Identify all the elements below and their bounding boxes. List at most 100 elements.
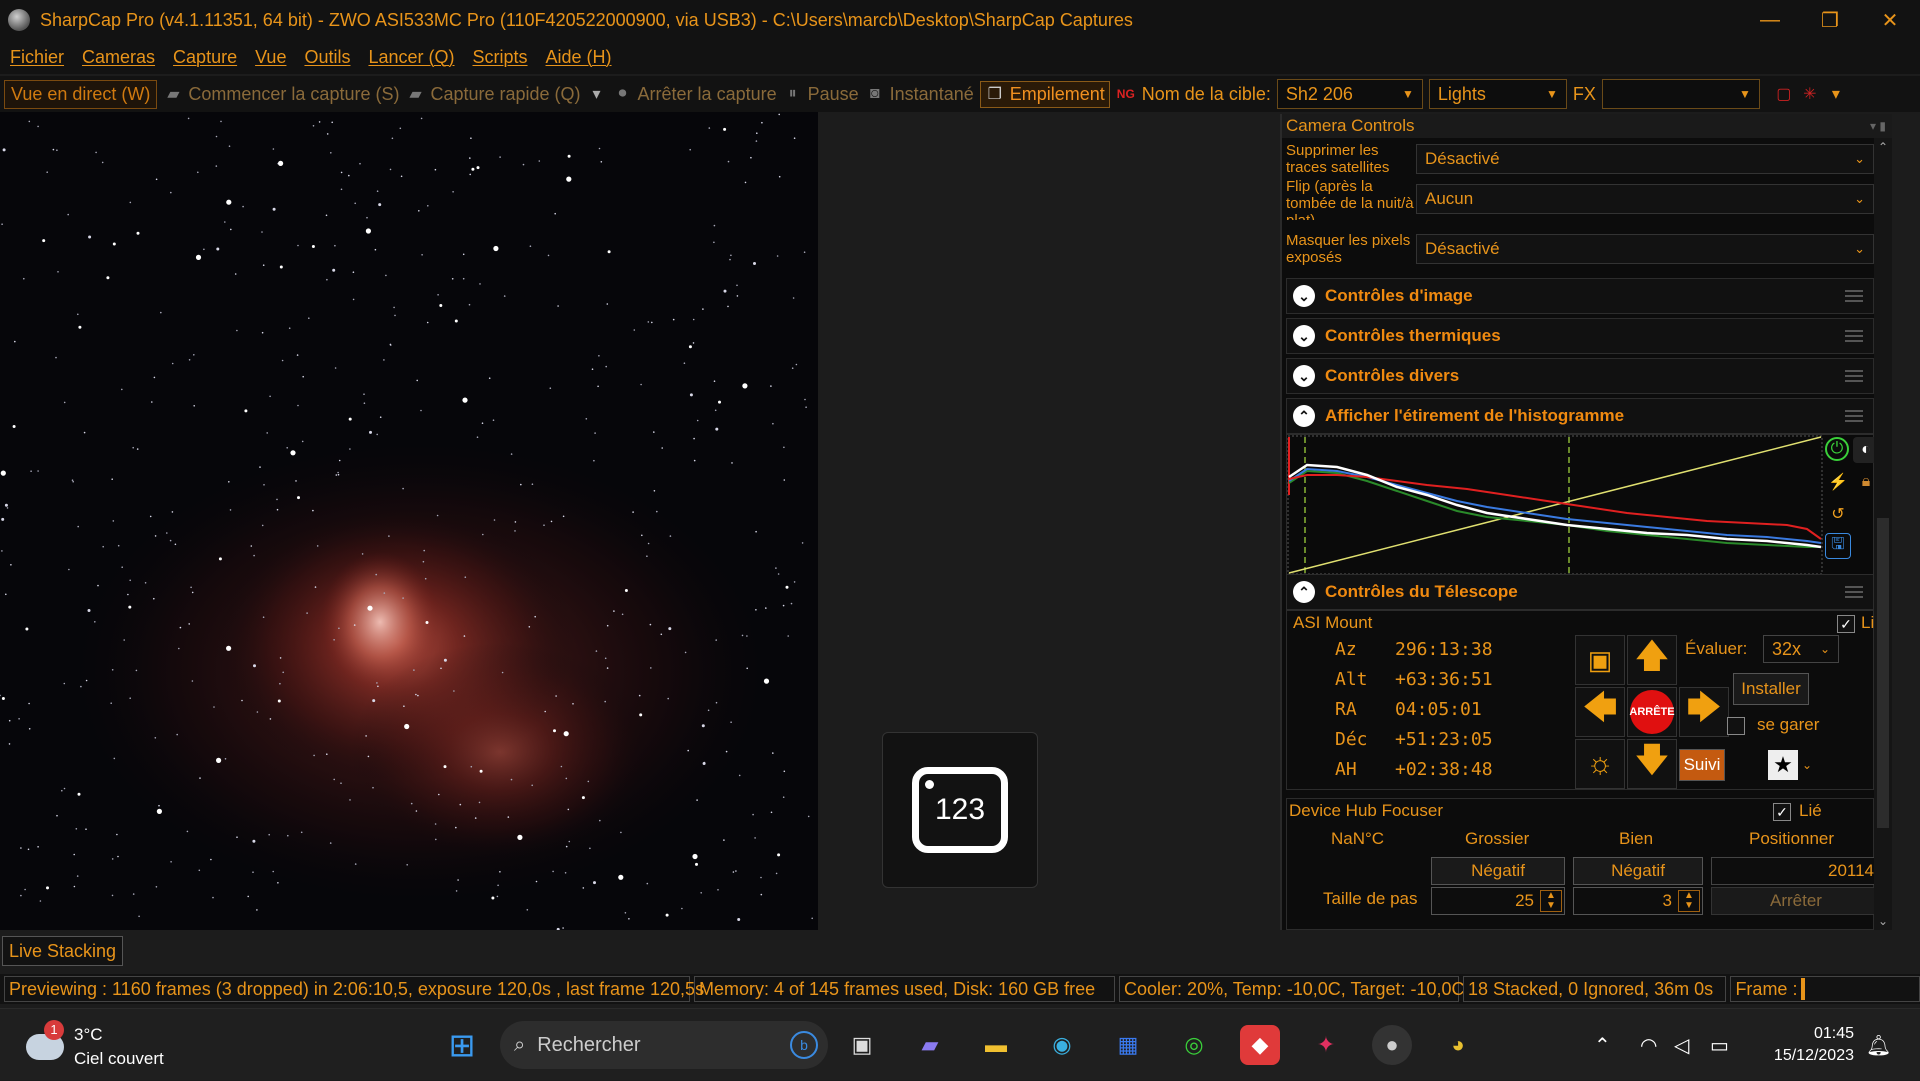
volume-icon[interactable]: ◁	[1674, 1009, 1689, 1081]
notification-bell-icon[interactable]: 🔔︎	[1866, 1009, 1891, 1081]
park-checkbox[interactable]	[1727, 717, 1745, 735]
teams-chat-icon[interactable]: ▰	[910, 1025, 950, 1065]
panel-scrollbar[interactable]: ⌃ ⌄	[1874, 138, 1892, 930]
stepper-arrows-icon[interactable]: ▲ ▼	[1678, 890, 1700, 912]
bing-icon[interactable]: b	[790, 1031, 818, 1059]
focuser-stop-button[interactable]: Arrêter	[1711, 887, 1881, 915]
crosshair-red-icon[interactable]: ✳	[1800, 85, 1820, 103]
pause-button[interactable]: ⏸ Pause	[783, 84, 859, 105]
section-thermal-controls[interactable]: ⌄ Contrôles thermiques	[1286, 318, 1874, 354]
quick-capture-dropdown[interactable]: ▾	[587, 85, 607, 103]
scroll-up-icon[interactable]: ⌃	[1878, 140, 1888, 154]
menu-cameras[interactable]: Cameras	[82, 47, 155, 68]
menu-capture[interactable]: Capture	[173, 47, 237, 68]
satellite-trail-select[interactable]: Désactivé ⌄	[1416, 144, 1874, 174]
astro-image[interactable]	[0, 112, 818, 930]
astro-app-icon[interactable]: ✦	[1306, 1025, 1346, 1065]
file-explorer-icon[interactable]: ▬	[976, 1025, 1016, 1065]
taskbar-search[interactable]: ⌕ Rechercher b	[500, 1021, 828, 1069]
pin-icon[interactable]: ▾ ▮	[1870, 119, 1886, 133]
rate-select[interactable]: 32x ⌄	[1763, 635, 1839, 663]
tracking-mode-select[interactable]: ★ ⌄	[1761, 749, 1819, 781]
star	[692, 342, 695, 344]
system-clock[interactable]: 01:45 15/12/2023	[1754, 1023, 1854, 1067]
arrow-left-icon[interactable]: 🡄	[1575, 687, 1625, 737]
flip-select[interactable]: Aucun ⌄	[1416, 184, 1874, 214]
status-bar: Previewing : 1160 frames (3 dropped) in …	[0, 974, 1920, 1004]
menu-fichier[interactable]: Fichier	[10, 47, 64, 68]
image-viewport[interactable]: 123	[0, 112, 1276, 930]
stop-capture-button[interactable]: ⏺ Arrêter la capture	[613, 84, 777, 105]
snapshot-button[interactable]: ◙ Instantané	[865, 84, 974, 105]
menu-grip-icon[interactable]	[1845, 586, 1863, 598]
stop-mount-button[interactable]: ARRÊTE	[1627, 687, 1677, 737]
menu-grip-icon[interactable]	[1845, 370, 1863, 382]
start-capture-button[interactable]: ▰ Commencer la capture (S)	[163, 84, 399, 105]
setup-button[interactable]: Installer	[1733, 673, 1809, 705]
menu-outils[interactable]: Outils	[304, 47, 350, 68]
sharpcap-taskbar-icon[interactable]: ●	[1372, 1025, 1412, 1065]
edge-browser-icon[interactable]: ◉	[1042, 1025, 1082, 1065]
arrow-up-icon[interactable]: 🡅	[1627, 635, 1677, 685]
star	[653, 490, 656, 492]
mask-pixels-select[interactable]: Désactivé ⌄	[1416, 234, 1874, 264]
coarse-step-stepper[interactable]: 25 ▲ ▼	[1431, 887, 1565, 915]
section-misc-controls[interactable]: ⌄ Contrôles divers	[1286, 358, 1874, 394]
star	[27, 848, 30, 851]
section-histogram[interactable]: ⌃ Afficher l'étirement de l'histogramme	[1286, 398, 1874, 434]
weather-widget[interactable]: 1 3°C Ciel couvert	[26, 1020, 164, 1071]
flip-value: Aucun	[1425, 189, 1474, 208]
anydesk-icon[interactable]: ◆	[1240, 1025, 1280, 1065]
tray-chevron-up-icon[interactable]: ⌃	[1594, 1009, 1611, 1081]
live-view-button[interactable]: Vue en direct (W)	[4, 79, 158, 109]
chrome-icon[interactable]: ◕	[1438, 1025, 1478, 1065]
spiral-search-icon[interactable]: ▣	[1575, 635, 1625, 685]
focuser-linked-checkbox[interactable]: ✓	[1773, 803, 1791, 821]
touch-keyboard-popup[interactable]: 123	[882, 732, 1038, 888]
fine-negative-button[interactable]: Négatif	[1573, 857, 1703, 885]
star	[28, 702, 30, 705]
stacking-button[interactable]: ❐ Empilement	[979, 80, 1110, 108]
tracking-button[interactable]: Suivi	[1679, 749, 1725, 781]
battery-icon[interactable]: ▭	[1710, 1009, 1729, 1081]
fine-step-stepper[interactable]: 3 ▲ ▼	[1573, 887, 1703, 915]
wifi-icon[interactable]: ◠	[1640, 1009, 1657, 1081]
close-button[interactable]: ✕	[1860, 0, 1920, 40]
arrow-down-icon[interactable]: 🡇	[1627, 739, 1677, 789]
menu-grip-icon[interactable]	[1845, 410, 1863, 422]
mount-linked-checkbox[interactable]: ✓	[1837, 615, 1855, 633]
scroll-down-icon[interactable]: ⌄	[1878, 914, 1888, 928]
menu-grip-icon[interactable]	[1845, 330, 1863, 342]
reset-icon[interactable]: ↺	[1825, 501, 1851, 527]
position-input[interactable]: 20114	[1711, 857, 1881, 885]
phd2-guiding-icon[interactable]: ◎	[1174, 1025, 1214, 1065]
save-icon[interactable]: 🖫	[1825, 533, 1851, 559]
live-stacking-tab[interactable]: Live Stacking	[2, 936, 124, 966]
maximize-button[interactable]: ❐	[1800, 0, 1860, 40]
menu-scripts[interactable]: Scripts	[473, 47, 528, 68]
target-name-combo[interactable]: Sh2 206 ▼	[1276, 79, 1423, 109]
section-telescope[interactable]: ⌃ Contrôles du Télescope	[1286, 574, 1874, 610]
arrow-right-icon[interactable]: 🡆	[1679, 687, 1729, 737]
power-icon[interactable]: ⏻	[1825, 437, 1849, 461]
section-image-controls[interactable]: ⌄ Contrôles d'image	[1286, 278, 1874, 314]
menu-lancer[interactable]: Lancer (Q)	[368, 47, 454, 68]
minimize-button[interactable]: —	[1740, 0, 1800, 40]
coarse-negative-button[interactable]: Négatif	[1431, 857, 1565, 885]
menu-grip-icon[interactable]	[1845, 290, 1863, 302]
menu-aide[interactable]: Aide (H)	[546, 47, 612, 68]
store-icon[interactable]: ▦	[1108, 1025, 1148, 1065]
frame-type-combo[interactable]: Lights ▼	[1428, 79, 1567, 109]
fx-combo[interactable]: ▼	[1601, 79, 1760, 109]
target-sun-icon[interactable]: ☼	[1575, 739, 1625, 789]
quick-capture-button[interactable]: ▰ Capture rapide (Q)	[405, 84, 580, 105]
histogram-stretch-display[interactable]: ⏻ ◐ ⚡ 🔒︎ ↺ 🖫	[1286, 434, 1879, 576]
stepper-arrows-icon[interactable]: ▲ ▼	[1540, 890, 1562, 912]
task-view-icon[interactable]: ▣	[842, 1025, 882, 1065]
chevron-down-icon[interactable]: ▾	[1826, 85, 1846, 103]
record-frame-icon[interactable]: ▢	[1774, 85, 1794, 103]
windows-start-icon[interactable]: ⊞	[442, 1025, 482, 1065]
lightning-icon[interactable]: ⚡	[1825, 469, 1851, 495]
scrollbar-thumb[interactable]	[1877, 518, 1889, 828]
menu-vue[interactable]: Vue	[255, 47, 286, 68]
